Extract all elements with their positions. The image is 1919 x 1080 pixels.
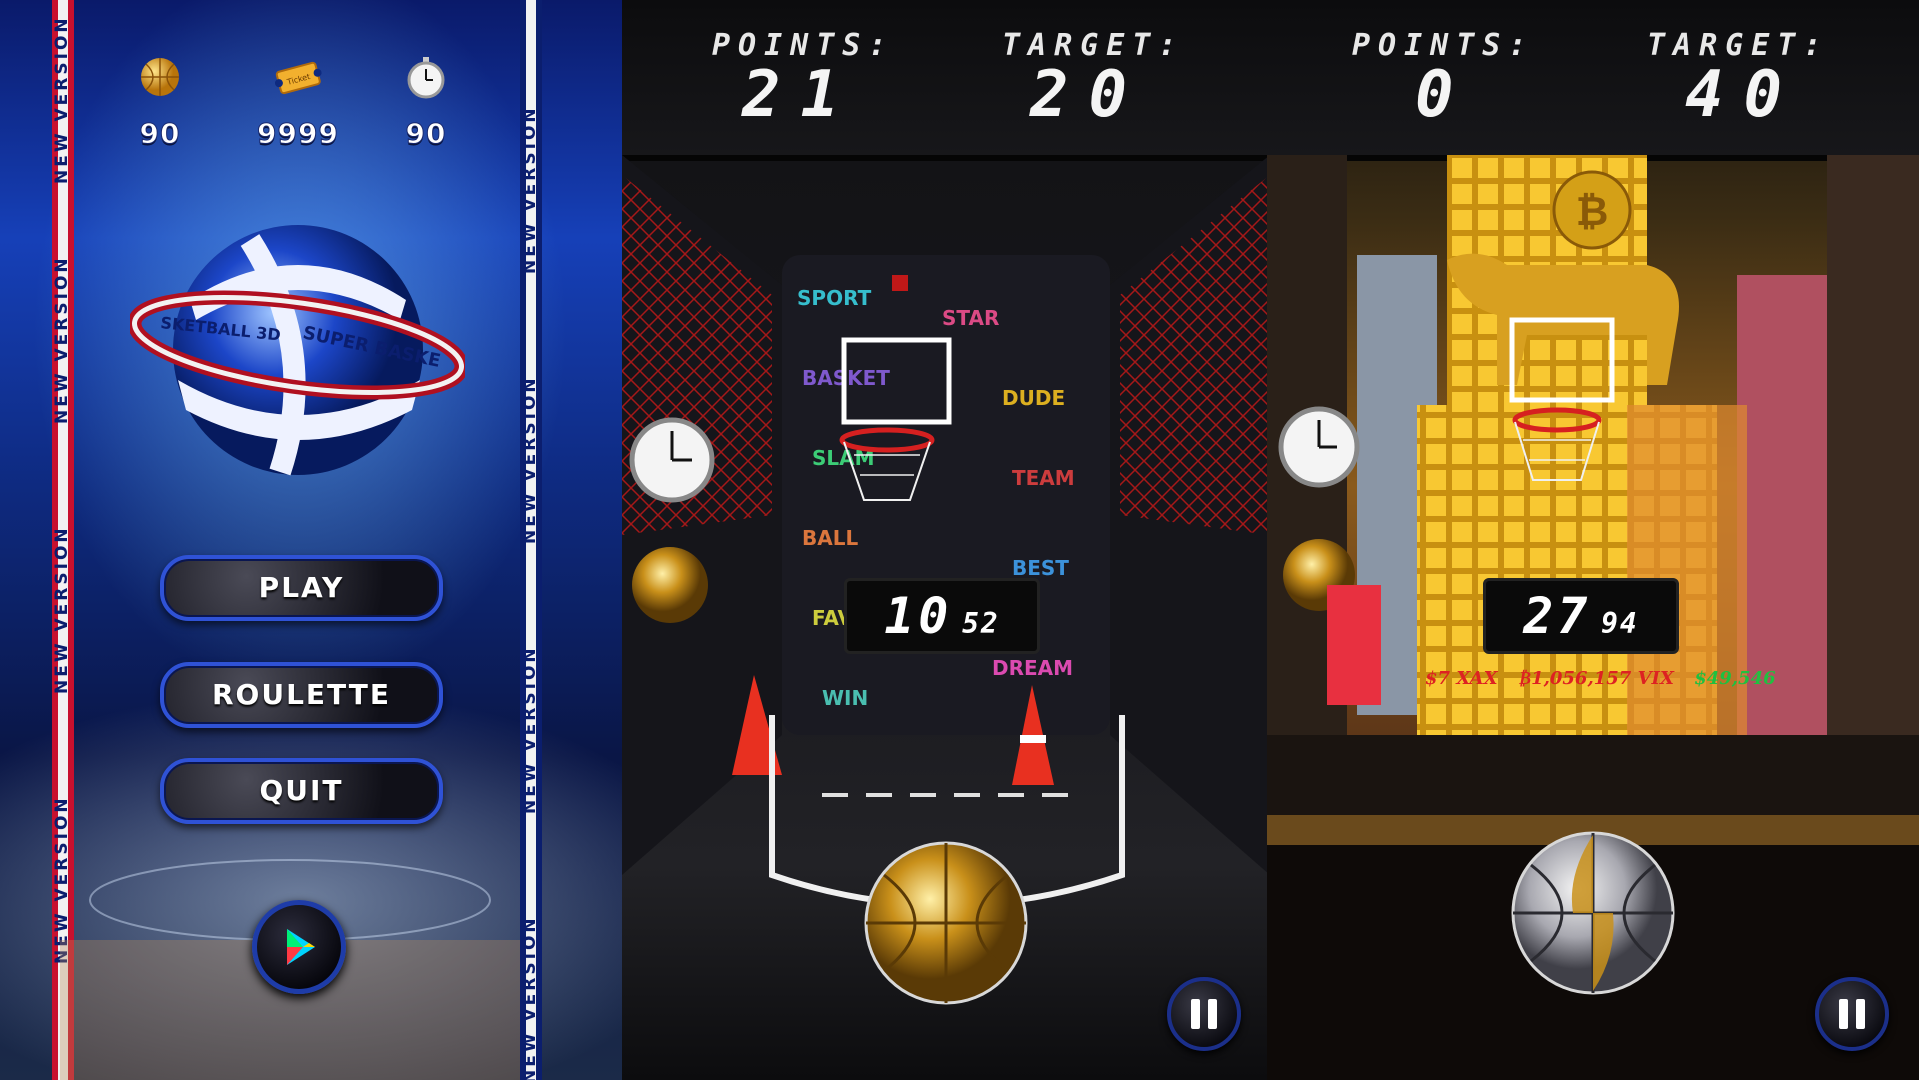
new-version-text: NEW VERSION [520,375,540,545]
new-version-banner-right: NEW VERSION NEW VERSION NEW VERSION NEW … [520,0,542,1080]
tickets-stat: Ticket 9999 [238,55,358,151]
svg-text:BALL: BALL [802,526,858,550]
target-value: 20 [1030,58,1148,132]
time-value: 90 [405,117,447,151]
roulette-button[interactable]: ROULETTE [160,662,443,728]
scoreboard: POINTS: 21 TARGET: 20 [622,0,1270,161]
time-stat: 90 [366,55,486,151]
shot-clock: 10 52 [844,578,1040,654]
target-value: 40 [1685,58,1803,132]
svg-text:TEAM: TEAM [1012,466,1075,490]
new-version-text: NEW VERSION [52,525,72,695]
coins-stat: 90 [100,55,220,151]
points-value: 0 [1415,58,1474,132]
quit-button[interactable]: QUIT [160,758,443,824]
svg-text:STAR: STAR [942,306,999,330]
game-logo: SKETBALL 3D SUPER BASKE [130,225,465,476]
new-version-text: NEW VERSION [520,915,540,1080]
stock-ticker: $7 XAX ₿1,056,157 VIX $49,546 [1425,668,1790,689]
pause-button[interactable] [1167,977,1241,1051]
svg-text:DUDE: DUDE [1002,386,1065,410]
ticket-icon: Ticket [274,61,322,95]
game-screen-graffiti: POINTS: 21 TARGET: 20 SPORT STAR BASKET … [622,0,1270,1080]
coins-value: 90 [139,117,181,151]
shot-clock: 27 94 [1483,578,1679,654]
game-screen-wall-street: POINTS: 0 TARGET: 40 ₿ 27 94 $7 XAX ₿1,0… [1267,0,1919,1080]
svg-text:WIN: WIN [822,686,868,710]
gold-ball-icon [141,58,179,96]
svg-text:BEST: BEST [1012,556,1069,580]
new-version-text: NEW VERSION [520,645,540,815]
tickets-value: 9999 [257,117,339,151]
ticker-item: $49,546 [1694,668,1776,689]
stopwatch-icon [407,57,445,99]
new-version-text: NEW VERSION [52,15,72,185]
pause-button[interactable] [1815,977,1889,1051]
svg-text:₿: ₿ [1576,189,1609,235]
svg-text:SPORT: SPORT [797,286,872,310]
timer-hundredths: 94 [1601,607,1639,640]
points-value: 21 [742,58,860,132]
ticker-item: $7 XAX [1425,668,1498,689]
timer-seconds: 10 [884,587,953,645]
scoreboard: POINTS: 0 TARGET: 40 [1267,0,1919,161]
google-play-icon [287,929,315,965]
svg-text:DREAM: DREAM [992,656,1073,680]
new-version-text: NEW VERSION [520,105,540,275]
timer-hundredths: 52 [962,607,1000,640]
new-version-text: NEW VERSION [52,255,72,425]
google-play-button[interactable] [252,900,346,994]
main-menu-panel: NEW VERSION NEW VERSION NEW VERSION NEW … [0,0,622,1080]
play-button[interactable]: PLAY [160,555,443,621]
ticker-item: ₿1,056,157 VIX [1517,668,1674,689]
timer-seconds: 27 [1523,587,1592,645]
